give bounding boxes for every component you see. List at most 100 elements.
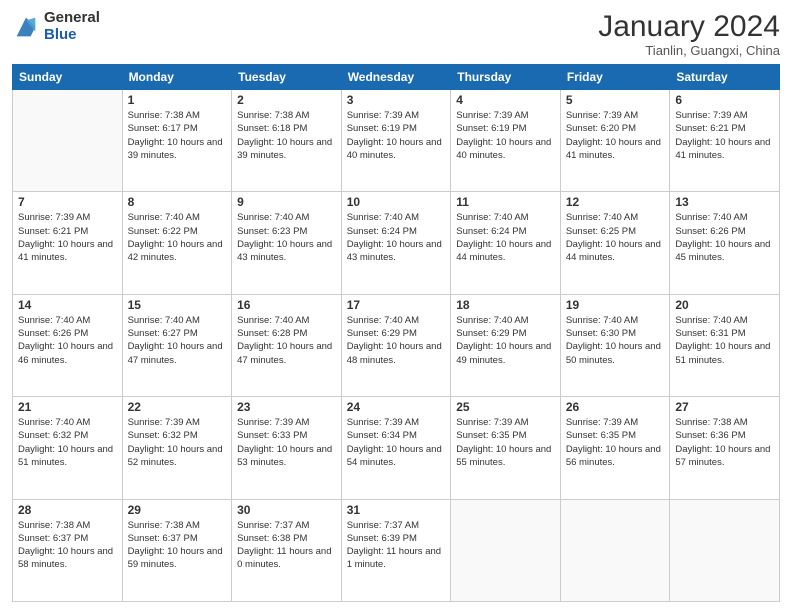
day-number: 7	[18, 195, 117, 209]
calendar-cell	[670, 499, 780, 601]
day-info: Sunrise: 7:39 AMSunset: 6:19 PMDaylight:…	[347, 109, 446, 162]
day-number: 19	[566, 298, 665, 312]
calendar-cell: 15Sunrise: 7:40 AMSunset: 6:27 PMDayligh…	[122, 294, 232, 396]
calendar-cell: 26Sunrise: 7:39 AMSunset: 6:35 PMDayligh…	[560, 397, 670, 499]
logo: General Blue	[12, 10, 100, 43]
day-number: 28	[18, 503, 117, 517]
day-info: Sunrise: 7:39 AMSunset: 6:33 PMDaylight:…	[237, 416, 336, 469]
day-number: 17	[347, 298, 446, 312]
calendar-cell: 16 Sunrise: 7:40 AMSunset: 6:28 PMDayligh…	[232, 294, 342, 396]
day-number: 11	[456, 195, 555, 209]
weekday-header-row: Sunday Monday Tuesday Wednesday Thursday…	[13, 65, 780, 90]
calendar-cell: 17 Sunrise: 7:40 AMSunset: 6:29 PMDayligh…	[341, 294, 451, 396]
calendar-week-row-3: 21 Sunrise: 7:40 AMSunset: 6:32 PMDayligh…	[13, 397, 780, 499]
day-number: 6	[675, 93, 774, 107]
header-monday: Monday	[122, 65, 232, 90]
day-number: 25	[456, 400, 555, 414]
day-number: 23	[237, 400, 336, 414]
calendar-cell: 13Sunrise: 7:40 AMSunset: 6:26 PMDayligh…	[670, 192, 780, 294]
calendar-cell: 3 Sunrise: 7:39 AMSunset: 6:19 PMDaylight…	[341, 90, 451, 192]
calendar-week-row-2: 14 Sunrise: 7:40 AMSunset: 6:26 PMDayligh…	[13, 294, 780, 396]
day-info: Sunrise: 7:40 AMSunset: 6:26 PMDaylight:…	[18, 314, 117, 367]
day-info: Sunrise: 7:40 AMSunset: 6:29 PMDaylight:…	[456, 314, 555, 367]
calendar-cell: 6Sunrise: 7:39 AMSunset: 6:21 PMDaylight…	[670, 90, 780, 192]
day-info: Sunrise: 7:39 AMSunset: 6:34 PMDaylight:…	[347, 416, 446, 469]
day-info: Sunrise: 7:38 AMSunset: 6:37 PMDaylight:…	[128, 519, 227, 572]
day-info: Sunrise: 7:40 AMSunset: 6:23 PMDaylight:…	[237, 211, 336, 264]
day-info: Sunrise: 7:40 AMSunset: 6:32 PMDaylight:…	[18, 416, 117, 469]
header-thursday: Thursday	[451, 65, 561, 90]
calendar-cell	[560, 499, 670, 601]
logo-general-text: General	[44, 10, 100, 27]
day-info: Sunrise: 7:38 AMSunset: 6:18 PMDaylight:…	[237, 109, 336, 162]
calendar-cell: 2Sunrise: 7:38 AMSunset: 6:18 PMDaylight…	[232, 90, 342, 192]
day-number: 13	[675, 195, 774, 209]
day-info: Sunrise: 7:37 AMSunset: 6:39 PMDaylight:…	[347, 519, 446, 572]
day-number: 26	[566, 400, 665, 414]
day-number: 22	[128, 400, 227, 414]
calendar-cell: 5 Sunrise: 7:39 AMSunset: 6:20 PMDaylight…	[560, 90, 670, 192]
day-info: Sunrise: 7:38 AMSunset: 6:17 PMDaylight:…	[128, 109, 227, 162]
day-info: Sunrise: 7:40 AMSunset: 6:22 PMDaylight:…	[128, 211, 227, 264]
day-number: 3	[347, 93, 446, 107]
day-info: Sunrise: 7:40 AMSunset: 6:25 PMDaylight:…	[566, 211, 665, 264]
day-number: 8	[128, 195, 227, 209]
day-number: 10	[347, 195, 446, 209]
day-number: 18	[456, 298, 555, 312]
calendar-cell: 1 Sunrise: 7:38 AMSunset: 6:17 PMDaylight…	[122, 90, 232, 192]
day-number: 4	[456, 93, 555, 107]
day-number: 12	[566, 195, 665, 209]
calendar-cell: 14 Sunrise: 7:40 AMSunset: 6:26 PMDayligh…	[13, 294, 123, 396]
calendar-cell: 19 Sunrise: 7:40 AMSunset: 6:30 PMDayligh…	[560, 294, 670, 396]
day-number: 15	[128, 298, 227, 312]
header: General Blue January 2024 Tianlin, Guang…	[12, 10, 780, 58]
day-info: Sunrise: 7:38 AMSunset: 6:36 PMDaylight:…	[675, 416, 774, 469]
day-info: Sunrise: 7:38 AMSunset: 6:37 PMDaylight:…	[18, 519, 117, 572]
calendar-week-row-0: 1 Sunrise: 7:38 AMSunset: 6:17 PMDaylight…	[13, 90, 780, 192]
page: General Blue January 2024 Tianlin, Guang…	[0, 0, 792, 612]
day-number: 16	[237, 298, 336, 312]
header-sunday: Sunday	[13, 65, 123, 90]
calendar-cell: 12 Sunrise: 7:40 AMSunset: 6:25 PMDayligh…	[560, 192, 670, 294]
calendar-cell: 21 Sunrise: 7:40 AMSunset: 6:32 PMDayligh…	[13, 397, 123, 499]
day-info: Sunrise: 7:39 AMSunset: 6:35 PMDaylight:…	[456, 416, 555, 469]
day-info: Sunrise: 7:39 AMSunset: 6:19 PMDaylight:…	[456, 109, 555, 162]
calendar-cell: 29 Sunrise: 7:38 AMSunset: 6:37 PMDayligh…	[122, 499, 232, 601]
calendar-cell	[13, 90, 123, 192]
day-info: Sunrise: 7:40 AMSunset: 6:24 PMDaylight:…	[456, 211, 555, 264]
day-number: 21	[18, 400, 117, 414]
day-number: 9	[237, 195, 336, 209]
day-number: 27	[675, 400, 774, 414]
day-number: 31	[347, 503, 446, 517]
calendar-cell: 25 Sunrise: 7:39 AMSunset: 6:35 PMDayligh…	[451, 397, 561, 499]
title-block: January 2024 Tianlin, Guangxi, China	[598, 10, 780, 58]
day-number: 14	[18, 298, 117, 312]
logo-blue-text: Blue	[44, 27, 100, 44]
header-wednesday: Wednesday	[341, 65, 451, 90]
day-number: 5	[566, 93, 665, 107]
day-number: 1	[128, 93, 227, 107]
header-saturday: Saturday	[670, 65, 780, 90]
calendar-cell: 24Sunrise: 7:39 AMSunset: 6:34 PMDayligh…	[341, 397, 451, 499]
day-info: Sunrise: 7:37 AMSunset: 6:38 PMDaylight:…	[237, 519, 336, 572]
day-info: Sunrise: 7:40 AMSunset: 6:29 PMDaylight:…	[347, 314, 446, 367]
header-friday: Friday	[560, 65, 670, 90]
calendar-cell: 22 Sunrise: 7:39 AMSunset: 6:32 PMDayligh…	[122, 397, 232, 499]
calendar-cell: 31 Sunrise: 7:37 AMSunset: 6:39 PMDayligh…	[341, 499, 451, 601]
calendar-cell: 11 Sunrise: 7:40 AMSunset: 6:24 PMDayligh…	[451, 192, 561, 294]
day-info: Sunrise: 7:39 AMSunset: 6:32 PMDaylight:…	[128, 416, 227, 469]
day-number: 30	[237, 503, 336, 517]
calendar-cell: 28 Sunrise: 7:38 AMSunset: 6:37 PMDayligh…	[13, 499, 123, 601]
day-number: 29	[128, 503, 227, 517]
calendar-cell: 23 Sunrise: 7:39 AMSunset: 6:33 PMDayligh…	[232, 397, 342, 499]
calendar-cell: 8 Sunrise: 7:40 AMSunset: 6:22 PMDaylight…	[122, 192, 232, 294]
calendar-cell: 30 Sunrise: 7:37 AMSunset: 6:38 PMDayligh…	[232, 499, 342, 601]
month-year-title: January 2024	[598, 10, 780, 43]
calendar-cell	[451, 499, 561, 601]
day-info: Sunrise: 7:40 AMSunset: 6:24 PMDaylight:…	[347, 211, 446, 264]
day-info: Sunrise: 7:40 AMSunset: 6:30 PMDaylight:…	[566, 314, 665, 367]
calendar-cell: 9 Sunrise: 7:40 AMSunset: 6:23 PMDaylight…	[232, 192, 342, 294]
day-number: 20	[675, 298, 774, 312]
day-info: Sunrise: 7:39 AMSunset: 6:20 PMDaylight:…	[566, 109, 665, 162]
day-info: Sunrise: 7:40 AMSunset: 6:28 PMDaylight:…	[237, 314, 336, 367]
